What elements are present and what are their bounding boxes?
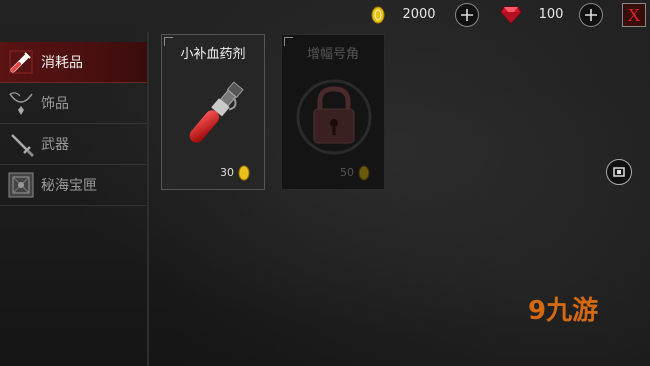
item-price: 50	[340, 166, 354, 179]
sidebar-item-label: 消耗品	[41, 55, 83, 71]
gold-amount: 2000	[402, 7, 436, 22]
sidebar-item-label: 饰品	[41, 96, 69, 112]
gold-coin-icon	[371, 6, 385, 24]
camera-icon	[613, 167, 625, 177]
gold-coin-icon	[358, 165, 370, 181]
necklace-icon	[6, 88, 36, 118]
add-gold-button[interactable]	[455, 3, 479, 27]
ruby-gem-icon	[500, 6, 522, 24]
plus-icon	[461, 9, 473, 21]
item-name: 小补血药剂	[180, 47, 246, 62]
gem-amount: 100	[538, 7, 564, 22]
plus-icon	[585, 9, 597, 21]
health-potion-icon	[189, 81, 244, 143]
sidebar-item-consumables[interactable]: 消耗品	[0, 42, 147, 83]
close-button[interactable]: X	[622, 3, 646, 27]
sidebar-item-accessories[interactable]: 饰品	[0, 83, 147, 124]
sidebar-item-label: 秘海宝匣	[41, 178, 97, 194]
gold-coin-icon	[238, 165, 250, 181]
category-sidebar: 消耗品 饰品 武器 秘海宝匣	[0, 42, 147, 206]
potion-icon	[6, 47, 36, 77]
record-button[interactable]	[606, 159, 632, 185]
sword-icon	[6, 129, 36, 159]
add-gem-button[interactable]	[579, 3, 603, 27]
sidebar-item-label: 武器	[41, 137, 69, 153]
item-name: 增幅号角	[306, 47, 359, 62]
chest-icon	[6, 170, 36, 200]
shop-item-card[interactable]: 小补血药剂 30	[161, 34, 265, 190]
sidebar-item-weapons[interactable]: 武器	[0, 124, 147, 165]
item-price: 30	[220, 166, 234, 179]
watermark-logo: 9九游	[528, 296, 599, 326]
sidebar-divider	[147, 32, 149, 366]
lock-icon	[296, 79, 372, 155]
sidebar-item-treasure-chest[interactable]: 秘海宝匣	[0, 165, 147, 206]
shop-item-card-locked[interactable]: 增幅号角 50	[281, 34, 385, 190]
